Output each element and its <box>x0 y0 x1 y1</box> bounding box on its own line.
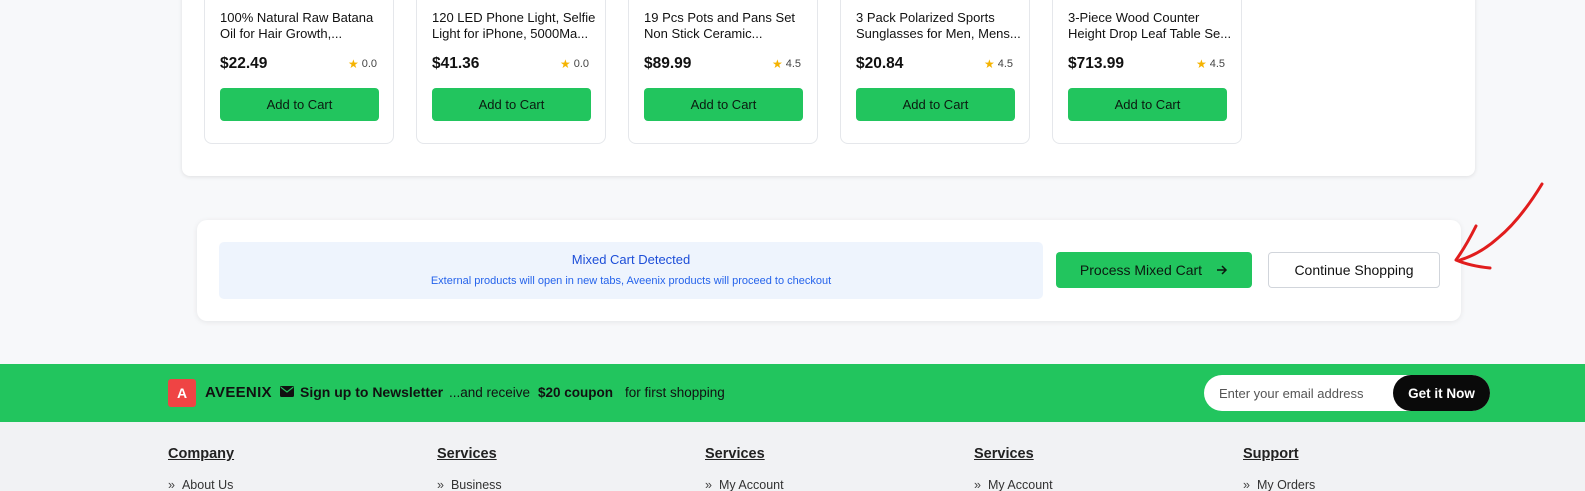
footer-link[interactable]: » My Orders <box>1243 478 1315 491</box>
product-title[interactable]: 19 Pcs Pots and Pans Set Non Stick Ceram… <box>644 10 809 42</box>
product-price: $20.84 <box>856 55 904 72</box>
brand-logo[interactable]: A <box>168 379 196 407</box>
product-title[interactable]: 120 LED Phone Light, Selfie Light for iP… <box>432 10 597 42</box>
star-icon: ★ <box>559 57 571 71</box>
process-mixed-cart-button[interactable]: Process Mixed Cart <box>1056 252 1252 288</box>
newsletter-form: Get it Now <box>1204 375 1490 411</box>
rating-value: 4.5 <box>997 58 1013 70</box>
add-to-cart-button[interactable]: Add to Cart <box>220 88 379 121</box>
footer-link-label: About Us <box>181 478 234 491</box>
newsletter-bar: A AVEENIX Sign up to Newsletter ...and r… <box>0 364 1585 422</box>
footer-heading[interactable]: Services <box>705 446 784 462</box>
arrow-right-icon <box>1217 265 1228 275</box>
footer-link[interactable]: » About Us <box>168 478 234 491</box>
product-card[interactable]: 19 Pcs Pots and Pans Set Non Stick Ceram… <box>628 0 818 144</box>
product-title[interactable]: 3-Piece Wood Counter Height Drop Leaf Ta… <box>1068 10 1233 42</box>
chevron-right-icon: » <box>1243 478 1250 491</box>
product-title[interactable]: 100% Natural Raw Batana Oil for Hair Gro… <box>220 10 385 42</box>
chevron-right-icon: » <box>168 478 175 491</box>
rating-value: 0.0 <box>573 58 589 70</box>
product-price: $713.99 <box>1068 55 1125 72</box>
footer-link-label: My Orders <box>1256 478 1316 491</box>
continue-shopping-button[interactable]: Continue Shopping <box>1268 252 1440 288</box>
footer-link-label: Business <box>450 478 502 491</box>
add-to-cart-button[interactable]: Add to Cart <box>644 88 803 121</box>
newsletter-heading: Sign up to Newsletter <box>300 384 444 400</box>
product-rating: ★ 4.5 <box>984 58 1013 70</box>
footer-column-services: Services » My Account <box>974 446 1053 491</box>
footer-link[interactable]: » My Account <box>974 478 1053 491</box>
footer-column-support: Support » My Orders <box>1243 446 1315 491</box>
mixed-cart-panel: Mixed Cart Detected External products wi… <box>197 220 1461 321</box>
footer-link-label: My Account <box>718 478 784 491</box>
footer-heading[interactable]: Services <box>437 446 502 462</box>
mixed-cart-description: External products will open in new tabs,… <box>430 275 832 287</box>
product-rating: ★ 4.5 <box>1196 58 1225 70</box>
footer: Company » About Us Services » Business Ser… <box>0 422 1585 491</box>
product-price: $89.99 <box>644 55 692 72</box>
related-products-panel: 100% Natural Raw Batana Oil for Hair Gro… <box>182 0 1475 176</box>
rating-value: 0.0 <box>361 58 377 70</box>
footer-link[interactable]: » My Account <box>705 478 784 491</box>
product-card[interactable]: 3 Pack Polarized Sports Sunglasses for M… <box>840 0 1030 144</box>
footer-column-services: Services » Business <box>437 446 502 491</box>
footer-column-services: Services » My Account <box>705 446 784 491</box>
product-card[interactable]: 120 LED Phone Light, Selfie Light for iP… <box>416 0 606 144</box>
email-input[interactable] <box>1204 375 1394 411</box>
footer-heading[interactable]: Support <box>1243 446 1315 462</box>
footer-link[interactable]: » Business <box>437 478 502 491</box>
rating-value: 4.5 <box>785 58 801 70</box>
product-title[interactable]: 3 Pack Polarized Sports Sunglasses for M… <box>856 10 1021 42</box>
mixed-cart-title: Mixed Cart Detected <box>571 252 691 267</box>
product-rating: ★ 4.5 <box>772 58 801 70</box>
mixed-cart-notice: Mixed Cart Detected External products wi… <box>219 242 1043 299</box>
product-price: $41.36 <box>432 55 480 72</box>
product-card[interactable]: 100% Natural Raw Batana Oil for Hair Gro… <box>204 0 394 144</box>
product-rating: ★ 0.0 <box>560 58 589 70</box>
star-icon: ★ <box>347 57 359 71</box>
footer-heading[interactable]: Services <box>974 446 1053 462</box>
coupon-amount: $20 coupon <box>538 385 614 400</box>
product-price: $22.49 <box>220 55 268 72</box>
chevron-right-icon: » <box>705 478 712 491</box>
star-icon: ★ <box>983 57 995 71</box>
star-icon: ★ <box>1195 57 1207 71</box>
footer-heading[interactable]: Company <box>168 446 234 462</box>
add-to-cart-button[interactable]: Add to Cart <box>856 88 1015 121</box>
footer-link-label: My Account <box>987 478 1053 491</box>
annotation-arrow-icon <box>1454 182 1544 270</box>
product-card[interactable]: 3-Piece Wood Counter Height Drop Leaf Ta… <box>1052 0 1242 144</box>
product-rating: ★ 0.0 <box>348 58 377 70</box>
add-to-cart-button[interactable]: Add to Cart <box>432 88 591 121</box>
chevron-right-icon: » <box>974 478 981 491</box>
footer-column-company: Company » About Us <box>168 446 234 491</box>
process-mixed-cart-label: Process Mixed Cart <box>1079 262 1203 278</box>
get-it-now-button[interactable]: Get it Now <box>1393 375 1490 411</box>
newsletter-text: ...and receive <box>449 385 531 400</box>
add-to-cart-button[interactable]: Add to Cart <box>1068 88 1227 121</box>
newsletter-text-suffix: for first shopping <box>625 385 725 400</box>
brand-name[interactable]: AVEENIX <box>205 384 272 401</box>
star-icon: ★ <box>771 57 783 71</box>
rating-value: 4.5 <box>1209 58 1225 70</box>
mail-icon <box>280 386 294 397</box>
chevron-right-icon: » <box>437 478 444 491</box>
